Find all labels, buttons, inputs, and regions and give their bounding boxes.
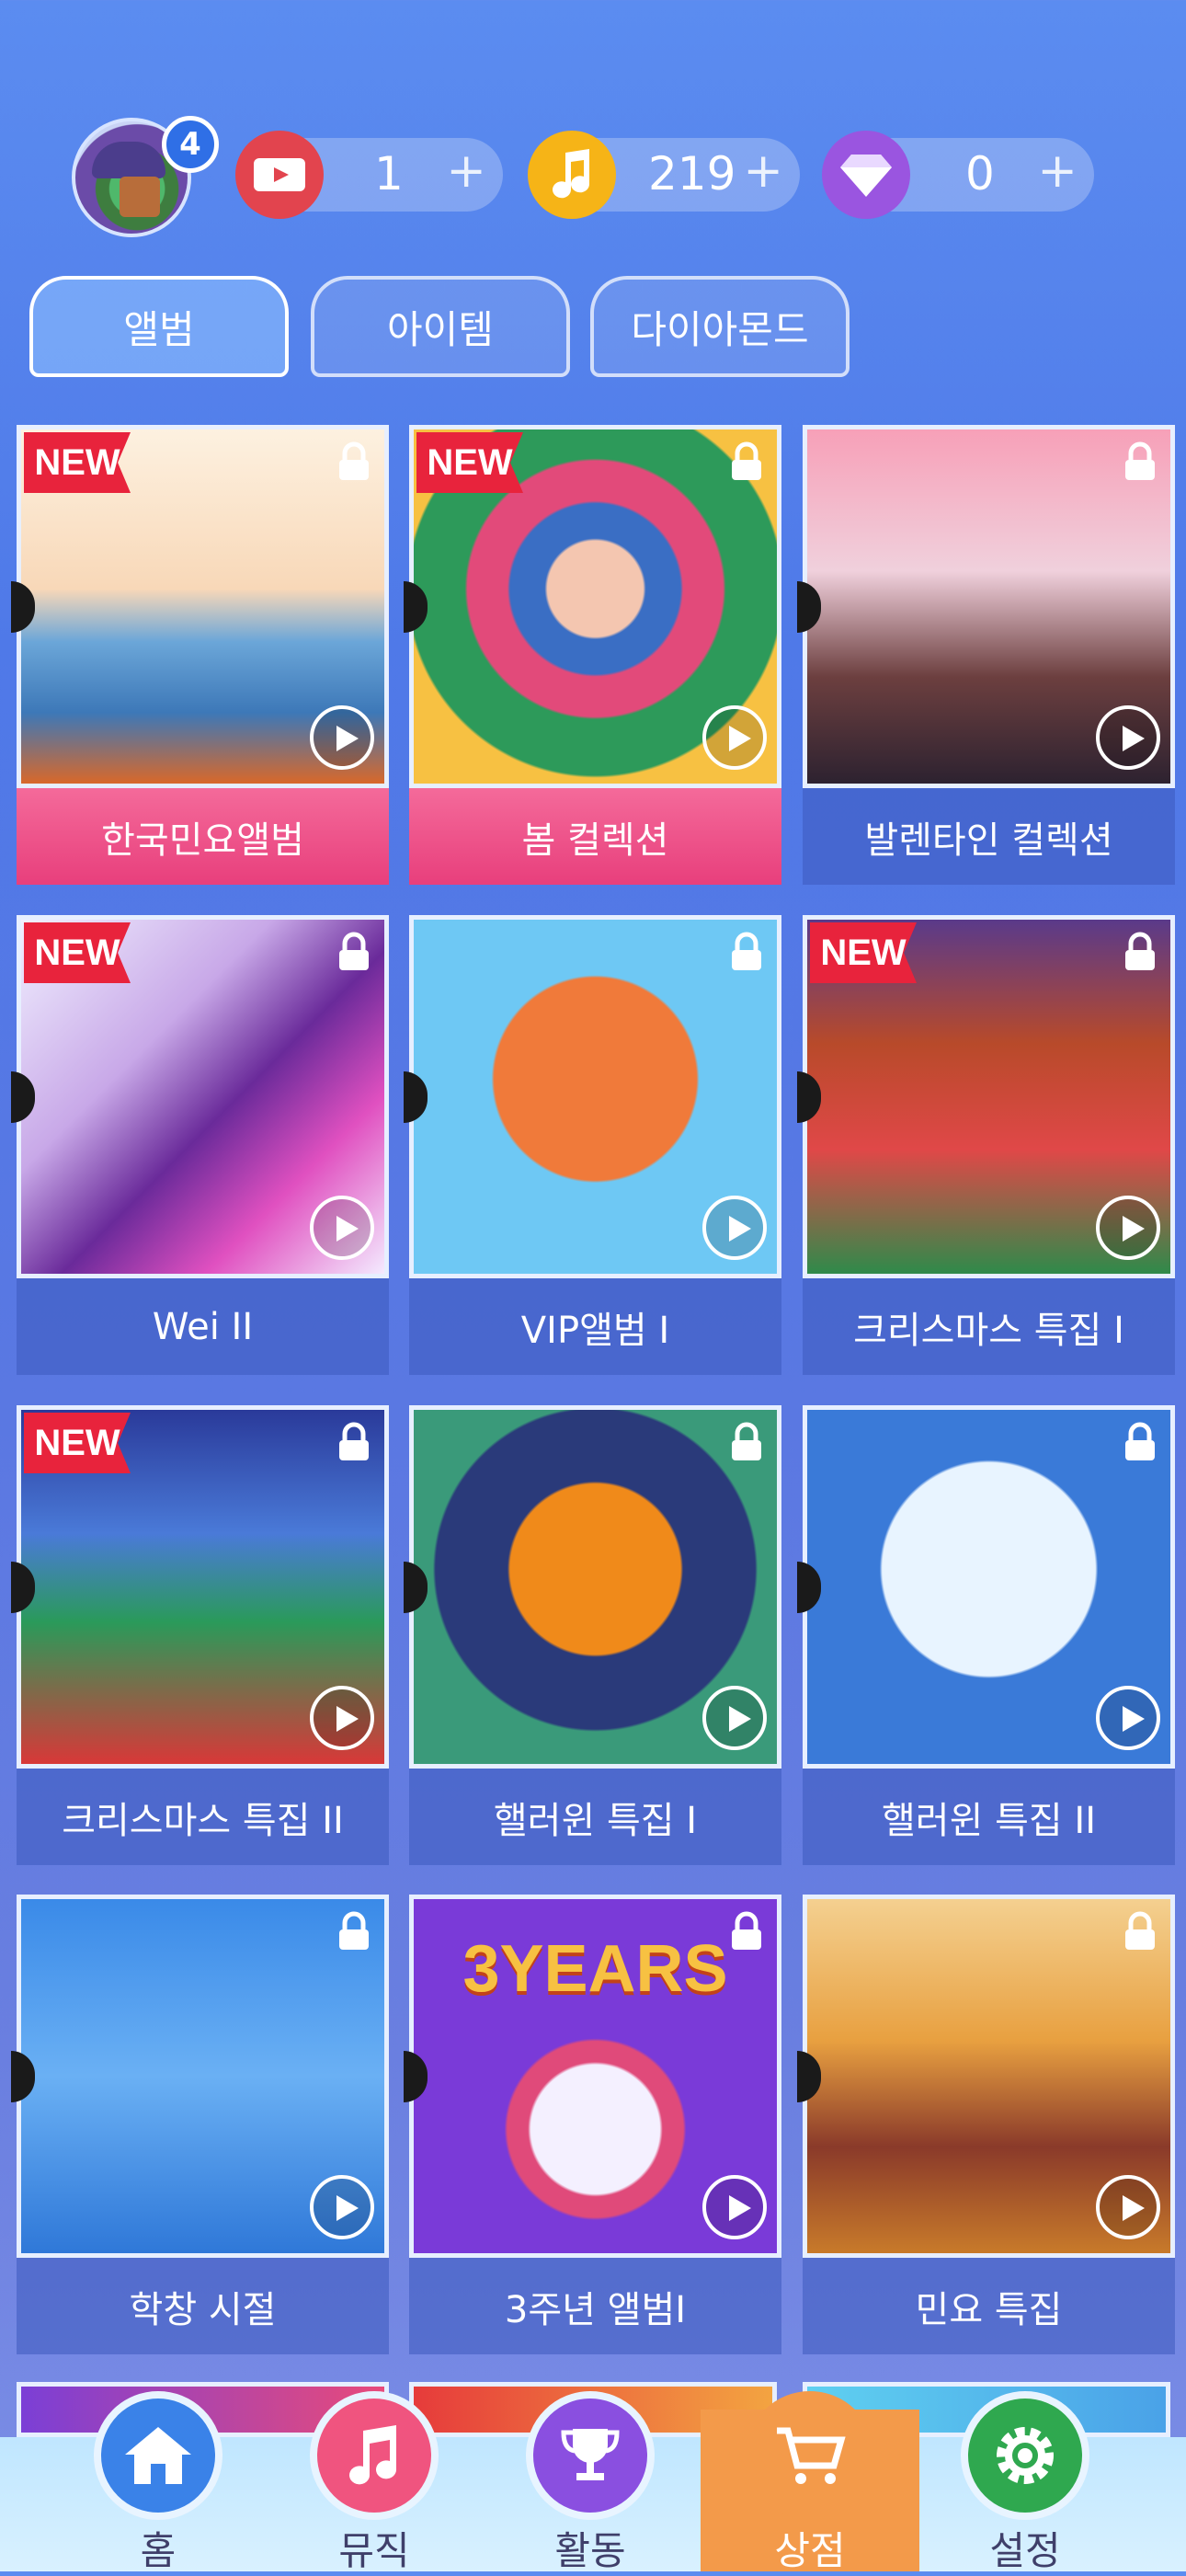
diamond-counter[interactable]: 0 + (822, 131, 1094, 219)
album-title: 핼러윈 특집 II (803, 1769, 1175, 1865)
ticket-value: 1 (374, 147, 404, 200)
nav-home[interactable]: 홈 (89, 2391, 227, 2573)
lock-icon (726, 1422, 767, 1462)
play-preview-button[interactable] (310, 705, 374, 770)
notes-value: 219 (648, 147, 736, 200)
lock-icon (1120, 932, 1160, 972)
profile-avatar-button[interactable]: 4 (72, 116, 219, 237)
album-title: 학창 시절 (17, 2258, 389, 2354)
album-card[interactable]: NEW 크리스마스 특집 II (11, 1405, 389, 1865)
nav-activity[interactable]: 활동 (521, 2391, 659, 2573)
album-title: 발렌타인 컬렉션 (803, 788, 1175, 885)
tab-item[interactable]: 아이템 (311, 276, 570, 377)
add-diamond-button[interactable]: + (1037, 143, 1078, 199)
new-badge: NEW (24, 432, 131, 493)
new-badge: NEW (810, 922, 917, 983)
new-badge: NEW (24, 1413, 131, 1473)
notification-badge: 4 (162, 116, 219, 173)
add-notes-button[interactable]: + (743, 143, 783, 199)
album-title: 봄 컬렉션 (409, 788, 781, 885)
album-card[interactable]: NEW 봄 컬렉션 (404, 425, 781, 885)
lock-icon (334, 441, 374, 482)
lock-icon (334, 1911, 374, 1952)
play-preview-button[interactable] (310, 2175, 374, 2239)
status-bar (0, 0, 1186, 101)
tab-album[interactable]: 앨범 (29, 276, 289, 377)
nav-label: 설정 (989, 2528, 1061, 2573)
nav-music[interactable]: 뮤직 (305, 2391, 443, 2573)
album-title: 한국민요앨범 (17, 788, 389, 885)
lock-icon (1120, 1422, 1160, 1462)
lock-icon (334, 932, 374, 972)
nav-label: 뮤직 (338, 2528, 410, 2573)
album-card[interactable]: 핼러윈 특집 I (404, 1405, 781, 1865)
album-title: VIP앨범 I (409, 1278, 781, 1375)
ticket-icon (235, 131, 324, 219)
music-note-icon (528, 131, 616, 219)
cart-icon (746, 2391, 874, 2520)
play-preview-button[interactable] (1096, 705, 1160, 770)
play-preview-button[interactable] (1096, 2175, 1160, 2239)
lock-icon (726, 441, 767, 482)
new-badge: NEW (24, 922, 131, 983)
diamond-icon (822, 131, 910, 219)
lock-icon (1120, 441, 1160, 482)
album-card[interactable]: NEW 크리스마스 특집 I (797, 915, 1175, 1375)
nav-label: 홈 (140, 2528, 177, 2573)
ticket-counter[interactable]: 1 + (235, 131, 503, 219)
album-title: 민요 특집 (803, 2258, 1175, 2354)
album-card[interactable]: 3YEARS 3주년 앨범I (404, 1895, 781, 2354)
play-preview-button[interactable] (310, 1196, 374, 1260)
play-preview-button[interactable] (702, 2175, 767, 2239)
play-preview-button[interactable] (1096, 1196, 1160, 1260)
nav-settings[interactable]: 설정 (956, 2391, 1094, 2573)
trophy-icon (526, 2391, 655, 2520)
lock-icon (726, 932, 767, 972)
play-preview-button[interactable] (702, 705, 767, 770)
album-card[interactable]: 핼러윈 특집 II (797, 1405, 1175, 1865)
album-title: 크리스마스 특집 II (17, 1769, 389, 1865)
music-note-icon (310, 2391, 439, 2520)
album-title: 핼러윈 특집 I (409, 1769, 781, 1865)
play-preview-button[interactable] (702, 1196, 767, 1260)
lock-icon (334, 1422, 374, 1462)
album-title: Wei II (17, 1278, 389, 1375)
lock-icon (1120, 1911, 1160, 1952)
tab-diamond[interactable]: 다이아몬드 (590, 276, 850, 377)
album-card[interactable]: NEW Wei II (11, 915, 389, 1375)
nav-label: 상점 (774, 2528, 846, 2573)
album-card[interactable]: 학창 시절 (11, 1895, 389, 2354)
nav-shop[interactable]: 상점 (741, 2391, 879, 2573)
album-title: 3주년 앨범I (409, 2258, 781, 2354)
album-card[interactable]: 민요 특집 (797, 1895, 1175, 2354)
new-badge: NEW (416, 432, 523, 493)
diamond-value: 0 (965, 147, 995, 200)
home-icon (94, 2391, 222, 2520)
play-preview-button[interactable] (702, 1686, 767, 1750)
nav-label: 활동 (554, 2528, 626, 2573)
album-title: 크리스마스 특집 I (803, 1278, 1175, 1375)
play-preview-button[interactable] (310, 1686, 374, 1750)
play-preview-button[interactable] (1096, 1686, 1160, 1750)
album-card[interactable]: VIP앨범 I (404, 915, 781, 1375)
add-ticket-button[interactable]: + (446, 143, 486, 199)
lock-icon (726, 1911, 767, 1952)
album-card[interactable]: NEW 한국민요앨범 (11, 425, 389, 885)
notes-counter[interactable]: 219 + (528, 131, 800, 219)
gear-icon (961, 2391, 1089, 2520)
album-card[interactable]: 발렌타인 컬렉션 (797, 425, 1175, 885)
